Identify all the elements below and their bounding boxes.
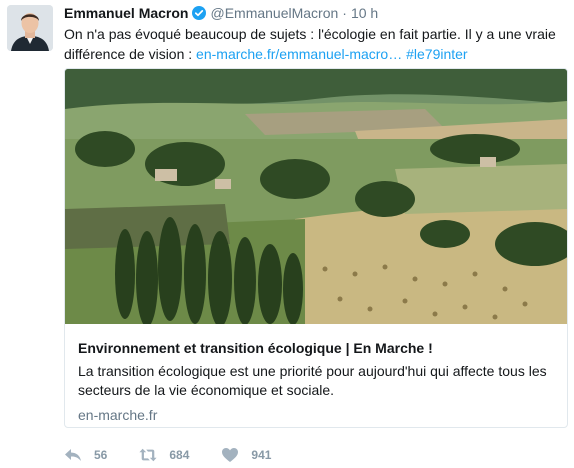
retweet-icon	[139, 448, 157, 462]
reply-count: 56	[94, 448, 108, 462]
card-title[interactable]: Environnement et transition écologique |…	[78, 338, 555, 358]
timestamp[interactable]: 10 h	[351, 5, 378, 21]
link-card[interactable]: Environnement et transition écologique |…	[64, 68, 568, 428]
avatar[interactable]	[7, 5, 53, 51]
card-domain: en-marche.fr	[78, 407, 158, 423]
reply-button[interactable]: 56	[64, 447, 107, 463]
card-image	[65, 69, 567, 324]
like-count: 941	[251, 448, 272, 462]
tweet-link[interactable]: en-marche.fr/emmanuel-macro…	[196, 46, 402, 62]
avatar-image	[7, 5, 53, 51]
retweet-button[interactable]: 684	[139, 447, 189, 463]
card-body: Environnement et transition écologique |…	[78, 338, 555, 424]
hashtag-link[interactable]: #le79inter	[406, 46, 468, 62]
tweet-text: On n'a pas évoqué beaucoup de sujets : l…	[64, 24, 564, 64]
reply-icon	[65, 449, 81, 461]
like-icon	[222, 448, 239, 462]
card-description: La transition écologique est une priorit…	[78, 363, 547, 398]
tweet-actions: 56 684 941	[64, 445, 303, 465]
author-name[interactable]: Emmanuel Macron	[64, 5, 188, 21]
retweet-count: 684	[169, 448, 190, 462]
separator-dot: ·	[342, 5, 347, 21]
author-handle[interactable]: @EmmanuelMacron	[210, 5, 338, 21]
like-button[interactable]: 941	[221, 447, 271, 463]
verified-badge-icon	[192, 6, 207, 20]
tweet-header: Emmanuel Macron @EmmanuelMacron · 10 h	[64, 3, 564, 23]
tweet: Emmanuel Macron @EmmanuelMacron · 10 h O…	[0, 0, 574, 468]
